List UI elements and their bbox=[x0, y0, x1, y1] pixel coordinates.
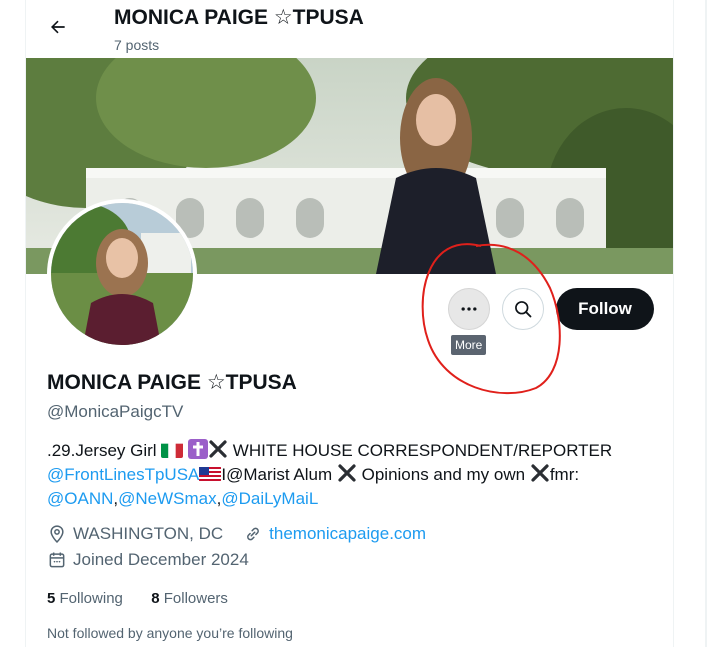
avatar[interactable] bbox=[47, 199, 197, 349]
following-link[interactable]: 5 Following bbox=[47, 590, 123, 607]
top-bar: MONICA PAIGE ☆TPUSA 7 posts bbox=[26, 0, 673, 58]
bio-text: .29.Jersey Girl bbox=[47, 441, 162, 460]
joined-row: Joined December 2024 bbox=[47, 550, 249, 570]
location-pin-icon bbox=[50, 525, 64, 543]
link-icon bbox=[247, 527, 260, 541]
italy-flag-icon bbox=[161, 442, 184, 458]
search-profile-button[interactable] bbox=[502, 288, 544, 330]
search-icon bbox=[515, 301, 532, 318]
mention-link[interactable]: @FrontLinesTpUSA bbox=[47, 465, 199, 484]
profile-name: MONICA PAIGE ☆TPUSA bbox=[47, 371, 297, 394]
header-name: MONICA PAIGE ☆TPUSA bbox=[114, 6, 364, 29]
followers-link[interactable]: 8 Followers bbox=[151, 590, 228, 607]
follow-button[interactable]: Follow bbox=[556, 288, 654, 330]
cross-mark-icon bbox=[337, 463, 357, 483]
latin-cross-icon bbox=[188, 439, 209, 459]
bio-text: fmr: bbox=[549, 465, 580, 484]
bio-text: I@Marist Alum bbox=[221, 465, 337, 484]
bio-text: WHITE HOUSE CORRESPONDENT/REPORTER bbox=[232, 441, 613, 460]
website-link[interactable]: themonicapaige.com bbox=[269, 524, 426, 544]
location-text: WASHINGTON, DC bbox=[73, 524, 224, 543]
profile-meta-row: WASHINGTON, DC themonicapaige.com bbox=[47, 524, 426, 544]
cross-mark-icon bbox=[530, 463, 550, 483]
more-dots-icon bbox=[461, 307, 477, 311]
bio-text: Opinions and my own bbox=[361, 465, 530, 484]
follow-stats: 5 Following 8 Followers bbox=[47, 590, 228, 607]
following-label: Following bbox=[59, 590, 123, 607]
mention-link[interactable]: @DaiLyMaiL bbox=[221, 489, 318, 508]
profile-bio: .29.Jersey Girl WHITE HOUSE CORRESPONDEN… bbox=[47, 439, 647, 511]
mention-link[interactable]: @NeWSmax bbox=[118, 489, 217, 508]
post-count: 7 posts bbox=[114, 37, 160, 53]
back-arrow-icon bbox=[51, 20, 65, 34]
mention-link[interactable]: @OANN bbox=[47, 489, 113, 508]
more-tooltip: More bbox=[451, 335, 487, 355]
back-button[interactable] bbox=[40, 9, 76, 45]
more-button[interactable] bbox=[448, 288, 490, 330]
profile-handle: @MonicaPaigcTV bbox=[47, 402, 184, 421]
us-flag-icon bbox=[199, 466, 222, 482]
mutual-followers-note: Not followed by anyone you’re following bbox=[47, 625, 293, 641]
followers-label: Followers bbox=[163, 590, 228, 607]
profile-column: MONICA PAIGE ☆TPUSA 7 posts More Follow … bbox=[25, 0, 674, 647]
followers-count: 8 bbox=[151, 590, 160, 607]
joined-date: Joined December 2024 bbox=[73, 550, 249, 569]
following-count: 5 bbox=[47, 590, 56, 607]
cross-mark-icon bbox=[208, 439, 228, 459]
calendar-icon bbox=[49, 552, 65, 568]
